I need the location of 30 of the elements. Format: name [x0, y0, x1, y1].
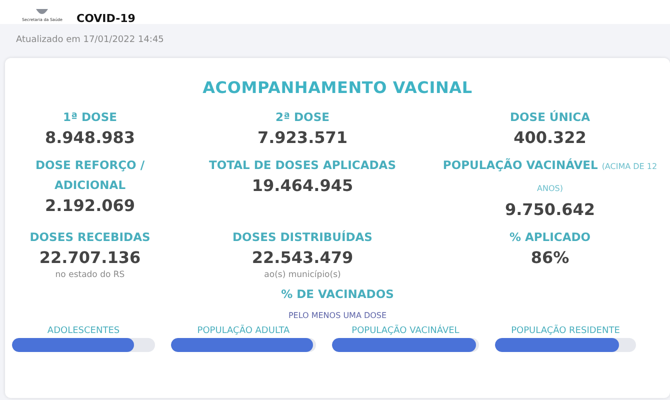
bar-label: POPULAÇÃO RESIDENTE — [510, 326, 621, 336]
stat-value: 7.923.571 — [257, 127, 348, 149]
stat-value: 8.948.983 — [44, 127, 136, 149]
stat-value: 22.543.479 — [252, 247, 354, 269]
stat-caption: no estado do RS — [55, 269, 125, 281]
logo-icon — [35, 9, 50, 17]
stat-value: 86% — [530, 247, 570, 269]
stat-label: POPULAÇÃO VACINÁVEL (ACIMA DE 12 ANOS) — [442, 157, 658, 195]
stat-value: 9.750.642 — [504, 199, 596, 221]
updated-text: Atualizado em 17/01/2022 14:45 — [16, 35, 164, 45]
bar-label: ADOLESCENTES — [46, 326, 121, 336]
bar-label: POPULAÇÃO VACINÁVEL — [350, 326, 460, 336]
header-title: COVID-19 — [76, 13, 136, 24]
stat-caption: ao(s) município(s) — [264, 269, 341, 281]
stat-value: 22.707.136 — [39, 247, 141, 269]
stat-label: DOSE ÚNICA — [510, 109, 590, 126]
section-title: % DE VACINADOS — [280, 287, 395, 301]
stat-value: 19.464.945 — [252, 175, 354, 197]
stat-value: 2.192.069 — [44, 195, 136, 217]
stat-label: 1ª DOSE — [63, 109, 117, 126]
stat-label: DOSE REFORÇO / ADICIONAL — [34, 157, 146, 194]
section-subtitle: PELO MENOS UMA DOSE — [287, 311, 388, 320]
stat-value: 400.322 — [514, 127, 586, 149]
bar-label: POPULAÇÃO ADULTA — [196, 326, 291, 336]
stat-label: DOSES RECEBIDAS — [30, 229, 150, 246]
stat-label: 2ª DOSE — [276, 109, 330, 126]
stat-label: DOSES DISTRIBUÍDAS — [232, 229, 372, 246]
stat-label: % APLICADO — [509, 229, 591, 246]
card-title: ACOMPANHAMENTO VACINAL — [202, 78, 474, 97]
stat-label: TOTAL DE DOSES APLICADAS — [209, 157, 396, 174]
